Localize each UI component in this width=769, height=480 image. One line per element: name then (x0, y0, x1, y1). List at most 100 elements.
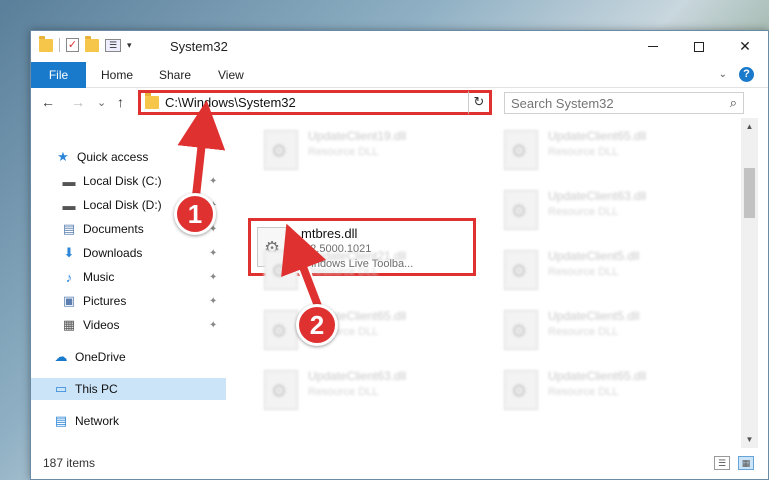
sidebar-item[interactable]: ▣ Pictures ✦ (31, 290, 226, 312)
pin-icon[interactable]: ✦ (209, 248, 217, 259)
tiles-view-icon[interactable]: ▦ (738, 456, 754, 470)
step-2-callout: 2 (296, 304, 338, 346)
pin-icon[interactable]: ✦ (209, 296, 217, 307)
vertical-scrollbar[interactable]: ▲ ▼ (741, 118, 758, 448)
sidebar-item-label: Network (75, 414, 120, 428)
file-description: Resource DLL (308, 266, 379, 278)
dll-file-icon (504, 370, 538, 410)
sidebar-item-label: This PC (75, 382, 118, 396)
item-count: 187 items (43, 456, 96, 470)
file-explorer-window: ✓ ☰ ▾ System32 ✕ File Home Share View ⌄ … (30, 30, 769, 480)
dll-file-icon (504, 130, 538, 170)
scrollbar-thumb[interactable] (744, 168, 755, 218)
sidebar-item-label: Documents (83, 222, 144, 236)
address-bar[interactable]: C:\Windows\System32 ⌵ (138, 90, 491, 115)
tab-home[interactable]: Home (101, 62, 133, 88)
sidebar-item-label: Local Disk (C:) (83, 174, 162, 188)
file-description: Resource DLL (308, 146, 379, 158)
ribbon-tabs: File Home Share View ⌄ ? (31, 62, 768, 88)
file-name: mtbres.dll (301, 226, 358, 241)
search-icon: ⌕ (729, 95, 737, 110)
search-input[interactable] (505, 93, 705, 113)
details-view-icon[interactable]: ☰ (714, 456, 730, 470)
scroll-down-icon[interactable]: ▼ (741, 431, 758, 448)
videos-icon: ▦ (62, 317, 76, 332)
title-bar: ✓ ☰ ▾ System32 ✕ (31, 31, 768, 62)
pin-icon[interactable]: ✦ (209, 176, 217, 187)
file-description: Resource DLL (548, 326, 619, 338)
sidebar-item[interactable]: ▭ This PC (31, 378, 226, 400)
file-tile[interactable]: UpdateClient19.dll Resource DLL (252, 124, 472, 178)
close-button[interactable]: ✕ (722, 31, 768, 62)
computer-icon: ▭ (54, 381, 68, 396)
folder-icon (145, 93, 159, 109)
file-tile[interactable]: UpdateClient65.dllResource DLL (252, 304, 472, 358)
properties-check-icon[interactable]: ✓ (66, 38, 79, 52)
file-description: Resource DLL (548, 386, 619, 398)
file-name: UpdateClient63.dll (548, 189, 647, 203)
forward-button[interactable]: → (71, 94, 85, 110)
tab-view[interactable]: View (218, 62, 244, 88)
file-tile[interactable]: UpdateClient65.dll Resource DLL (492, 124, 712, 178)
sidebar-item-label: OneDrive (75, 350, 126, 364)
dll-file-icon (504, 190, 538, 230)
up-button[interactable]: ↑ (117, 94, 124, 110)
file-tile[interactable]: UpdateClient63.dll Resource DLL (492, 184, 712, 238)
sidebar-item[interactable]: ▤ Network (31, 410, 226, 432)
file-description: Resource DLL (548, 146, 619, 158)
file-name: UpdateClient65.dll (548, 129, 647, 143)
window-controls: ✕ (630, 31, 768, 62)
expand-ribbon-icon[interactable]: ⌄ (719, 69, 727, 80)
sidebar-item[interactable]: ⬇ Downloads ✦ (31, 242, 226, 264)
chevron-down-icon[interactable]: ▾ (127, 40, 132, 51)
sidebar-item[interactable]: ♪ Music ✦ (31, 266, 226, 288)
star-icon: ★ (57, 149, 69, 164)
tab-file[interactable]: File (31, 62, 86, 88)
pin-icon[interactable]: ✦ (209, 272, 217, 283)
pin-icon[interactable]: ✦ (209, 320, 217, 331)
downloads-icon: ⬇ (63, 245, 75, 260)
file-description: Resource DLL (548, 266, 619, 278)
dll-file-icon (504, 250, 538, 290)
back-button[interactable]: ← (41, 94, 55, 110)
dll-file-icon (264, 130, 298, 170)
tab-share[interactable]: Share (159, 62, 191, 88)
minimize-button[interactable] (630, 31, 676, 62)
maximize-icon (694, 41, 704, 52)
dll-file-icon (264, 370, 298, 410)
address-path[interactable]: C:\Windows\System32 (165, 95, 296, 110)
file-name: UpdateClient5.dll (548, 309, 640, 323)
ribbon-controls: ⌄ ? (719, 67, 754, 82)
scroll-up-icon[interactable]: ▲ (741, 118, 758, 135)
file-name: UpdateClient21.dll (308, 249, 407, 263)
recent-locations-button[interactable]: ⌄ (97, 96, 106, 109)
file-list: mtbres.dll 1.2.5000.1021 Windows Live To… (236, 118, 741, 448)
sidebar-item[interactable]: ▬ Local Disk (C:) ✦ (31, 170, 226, 192)
window-title: System32 (170, 39, 228, 54)
drive-icon: ▬ (62, 173, 76, 189)
file-description: Resource DLL (308, 386, 379, 398)
sidebar-item-label: Videos (83, 318, 120, 332)
customize-icon[interactable]: ☰ (105, 38, 121, 52)
file-tile[interactable]: UpdateClient65.dll Resource DLL (492, 364, 712, 418)
help-icon[interactable]: ? (739, 67, 754, 82)
file-tile[interactable]: UpdateClient21.dll Resource DLL (252, 244, 472, 298)
toolbar-divider (59, 38, 60, 52)
file-tile[interactable]: UpdateClient63.dll Resource DLL (252, 364, 472, 418)
maximize-button[interactable] (676, 31, 722, 62)
view-toggles: ☰ ▦ (714, 456, 754, 470)
sidebar-item[interactable]: ▦ Videos ✦ (31, 314, 226, 336)
search-box[interactable]: ⌕ (504, 92, 744, 114)
sidebar-item-label: Music (83, 270, 115, 284)
sidebar-item[interactable]: ☁ OneDrive (31, 346, 226, 368)
refresh-button[interactable]: ↻ (468, 90, 492, 115)
documents-icon: ▤ (62, 221, 76, 236)
file-tile[interactable]: UpdateClient5.dll Resource DLL (492, 244, 712, 298)
new-folder-icon[interactable] (85, 35, 99, 52)
file-name: UpdateClient65.dll (548, 369, 647, 383)
status-bar: 187 items ☰ ▦ (31, 448, 768, 479)
sidebar-item[interactable]: ★ Quick access (31, 146, 226, 168)
file-tile[interactable]: UpdateClient5.dll Resource DLL (492, 304, 712, 358)
dll-file-icon (264, 310, 298, 350)
sidebar-item-label: Pictures (83, 294, 127, 308)
